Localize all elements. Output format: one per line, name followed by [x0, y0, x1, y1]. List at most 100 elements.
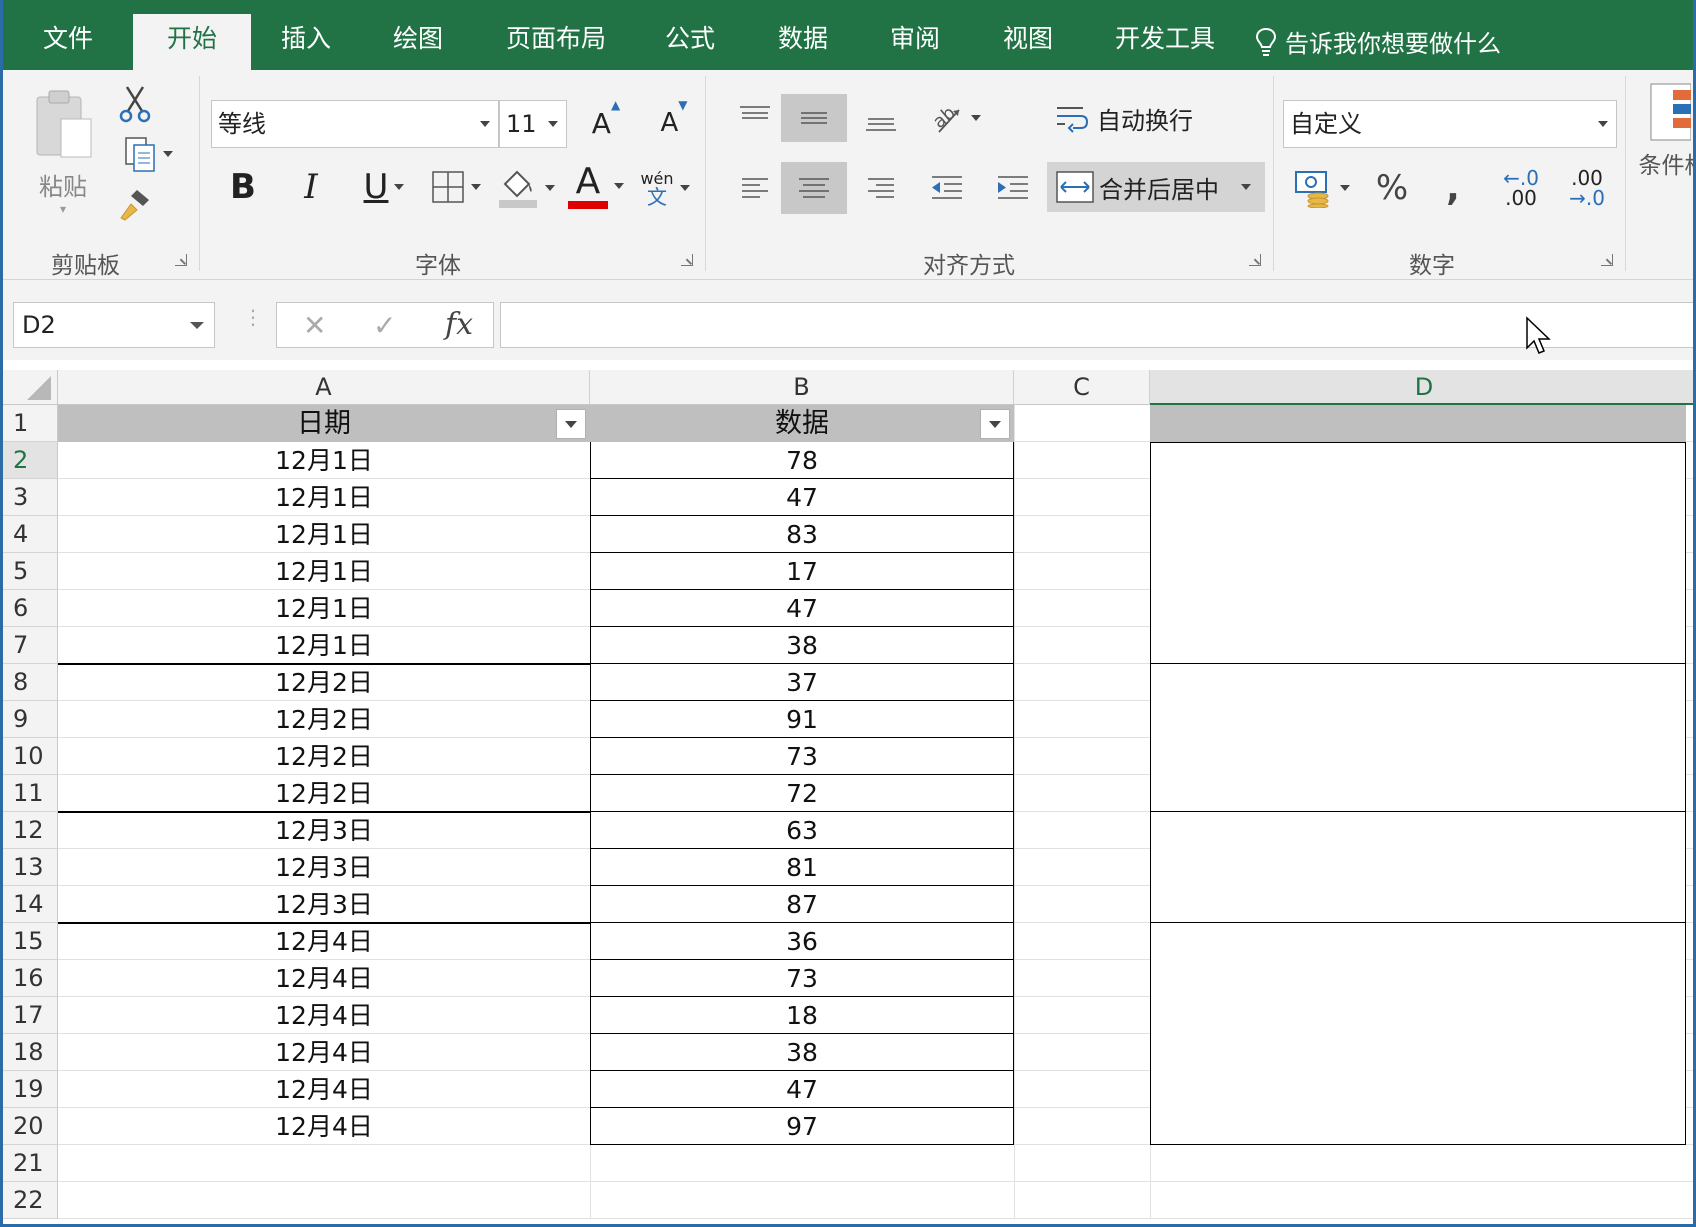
row-header[interactable]: 15 [3, 923, 58, 960]
cell-date[interactable]: 12月3日 [58, 886, 590, 923]
tab-file[interactable]: 文件 [33, 14, 103, 70]
row-header[interactable]: 3 [3, 479, 58, 516]
row-header[interactable]: 19 [3, 1071, 58, 1108]
row-header[interactable]: 7 [3, 627, 58, 664]
cell-date[interactable]: 12月1日 [58, 590, 590, 627]
row-header[interactable]: 4 [3, 516, 58, 553]
row-header[interactable]: 16 [3, 960, 58, 997]
align-middle-button[interactable] [781, 94, 847, 142]
name-box[interactable]: D2 [13, 302, 215, 348]
cell-date[interactable]: 12月4日 [58, 1034, 590, 1071]
column-header-c[interactable]: C [1014, 370, 1150, 405]
tab-developer[interactable]: 开发工具 [1105, 14, 1225, 70]
number-launcher-icon[interactable] [1601, 254, 1613, 266]
cell-date[interactable]: 12月3日 [58, 812, 590, 849]
tab-data[interactable]: 数据 [768, 14, 838, 70]
accounting-format-button[interactable] [1289, 162, 1355, 214]
header-cell-date[interactable]: 日期 [58, 405, 590, 442]
row-header[interactable]: 18 [3, 1034, 58, 1071]
phonetic-button[interactable]: wén 文 [633, 162, 697, 214]
cell-date[interactable]: 12月3日 [58, 849, 590, 886]
decrease-indent-button[interactable] [921, 162, 973, 214]
row-header[interactable]: 1 [3, 405, 58, 442]
decrease-decimal-button[interactable]: .00 →.0 [1559, 160, 1615, 216]
cell-date[interactable]: 12月2日 [58, 664, 590, 701]
cell-date[interactable]: 12月4日 [58, 1071, 590, 1108]
cell-date[interactable]: 12月1日 [58, 479, 590, 516]
select-all-corner[interactable] [3, 370, 58, 405]
column-header-b[interactable]: B [590, 370, 1014, 405]
cut-button[interactable] [113, 82, 157, 126]
grow-font-button[interactable]: A ▲ [581, 98, 631, 148]
enter-icon[interactable]: ✓ [373, 309, 396, 342]
row-header[interactable]: 13 [3, 849, 58, 886]
align-top-button[interactable] [729, 94, 781, 142]
row-header[interactable]: 2 [3, 442, 58, 479]
tab-view[interactable]: 视图 [993, 14, 1063, 70]
cell-date[interactable]: 12月4日 [58, 997, 590, 1034]
merged-cell-d[interactable] [1150, 923, 1686, 1145]
increase-decimal-button[interactable]: ←.0 .00 [1493, 160, 1549, 216]
font-name-combo[interactable]: 等线 [211, 100, 499, 148]
row-header[interactable]: 11 [3, 775, 58, 812]
tab-page-layout[interactable]: 页面布局 [496, 14, 616, 70]
filter-dropdown-date-icon[interactable] [556, 409, 586, 439]
italic-button[interactable]: I [289, 162, 333, 212]
wrap-text-button[interactable]: 自动换行 [1053, 94, 1213, 142]
number-format-combo[interactable]: 自定义 [1283, 100, 1617, 148]
percent-button[interactable]: % [1367, 162, 1417, 214]
column-header-a[interactable]: A [58, 370, 590, 405]
merged-cell-d[interactable] [1150, 812, 1686, 923]
row-header[interactable]: 21 [3, 1145, 58, 1182]
copy-button[interactable] [113, 132, 183, 176]
shrink-font-button[interactable]: A ▼ [649, 98, 699, 148]
cell-date[interactable]: 12月4日 [58, 923, 590, 960]
cell-date[interactable]: 12月2日 [58, 775, 590, 812]
format-painter-button[interactable] [113, 182, 157, 226]
borders-button[interactable] [425, 162, 487, 212]
align-right-button[interactable] [855, 162, 907, 214]
cell-date[interactable]: 12月1日 [58, 442, 590, 479]
row-header[interactable]: 5 [3, 553, 58, 590]
formula-bar-grip-icon[interactable]: ⋮ [243, 307, 263, 327]
tab-formulas[interactable]: 公式 [655, 14, 725, 70]
column-header-d[interactable]: D [1150, 370, 1693, 405]
bold-button[interactable]: B [221, 162, 265, 212]
header-cell-d[interactable] [1150, 405, 1686, 442]
tab-insert[interactable]: 插入 [271, 14, 341, 70]
align-center-button[interactable] [781, 162, 847, 214]
cell-date[interactable]: 12月1日 [58, 516, 590, 553]
insert-function-icon[interactable]: fx [445, 307, 473, 342]
row-header[interactable]: 9 [3, 701, 58, 738]
merge-center-button[interactable]: 合并后居中 [1047, 162, 1265, 212]
cell-date[interactable]: 12月2日 [58, 738, 590, 775]
cell-date[interactable]: 12月4日 [58, 1108, 590, 1145]
tell-me-box[interactable]: 告诉我你想要做什么 [1255, 24, 1501, 59]
formula-input[interactable] [500, 302, 1693, 348]
header-cell-data[interactable]: 数据 [590, 405, 1014, 442]
align-bottom-button[interactable] [855, 94, 907, 142]
underline-button[interactable]: U [353, 162, 415, 212]
tab-home[interactable]: 开始 [133, 14, 251, 70]
row-header[interactable]: 8 [3, 664, 58, 701]
cell-date[interactable]: 12月2日 [58, 701, 590, 738]
cell-date[interactable]: 12月1日 [58, 553, 590, 590]
paste-button[interactable]: 粘贴 ▾ [25, 82, 101, 222]
font-color-button[interactable]: A [565, 158, 627, 214]
fill-color-button[interactable] [495, 162, 557, 214]
filter-dropdown-data-icon[interactable] [980, 409, 1010, 439]
orientation-button[interactable]: ab [923, 94, 987, 142]
conditional-formatting-button[interactable]: 条件格 [1633, 82, 1693, 222]
cancel-icon[interactable]: ✕ [303, 309, 326, 342]
row-header[interactable]: 14 [3, 886, 58, 923]
merged-cell-d[interactable] [1150, 664, 1686, 812]
alignment-launcher-icon[interactable] [1249, 254, 1261, 266]
row-header[interactable]: 6 [3, 590, 58, 627]
increase-indent-button[interactable] [987, 162, 1039, 214]
row-header[interactable]: 12 [3, 812, 58, 849]
comma-button[interactable]: , [1429, 162, 1477, 214]
font-launcher-icon[interactable] [681, 254, 693, 266]
merged-cell-d[interactable] [1150, 442, 1686, 664]
row-header[interactable]: 22 [3, 1182, 58, 1219]
tab-review[interactable]: 审阅 [880, 14, 950, 70]
